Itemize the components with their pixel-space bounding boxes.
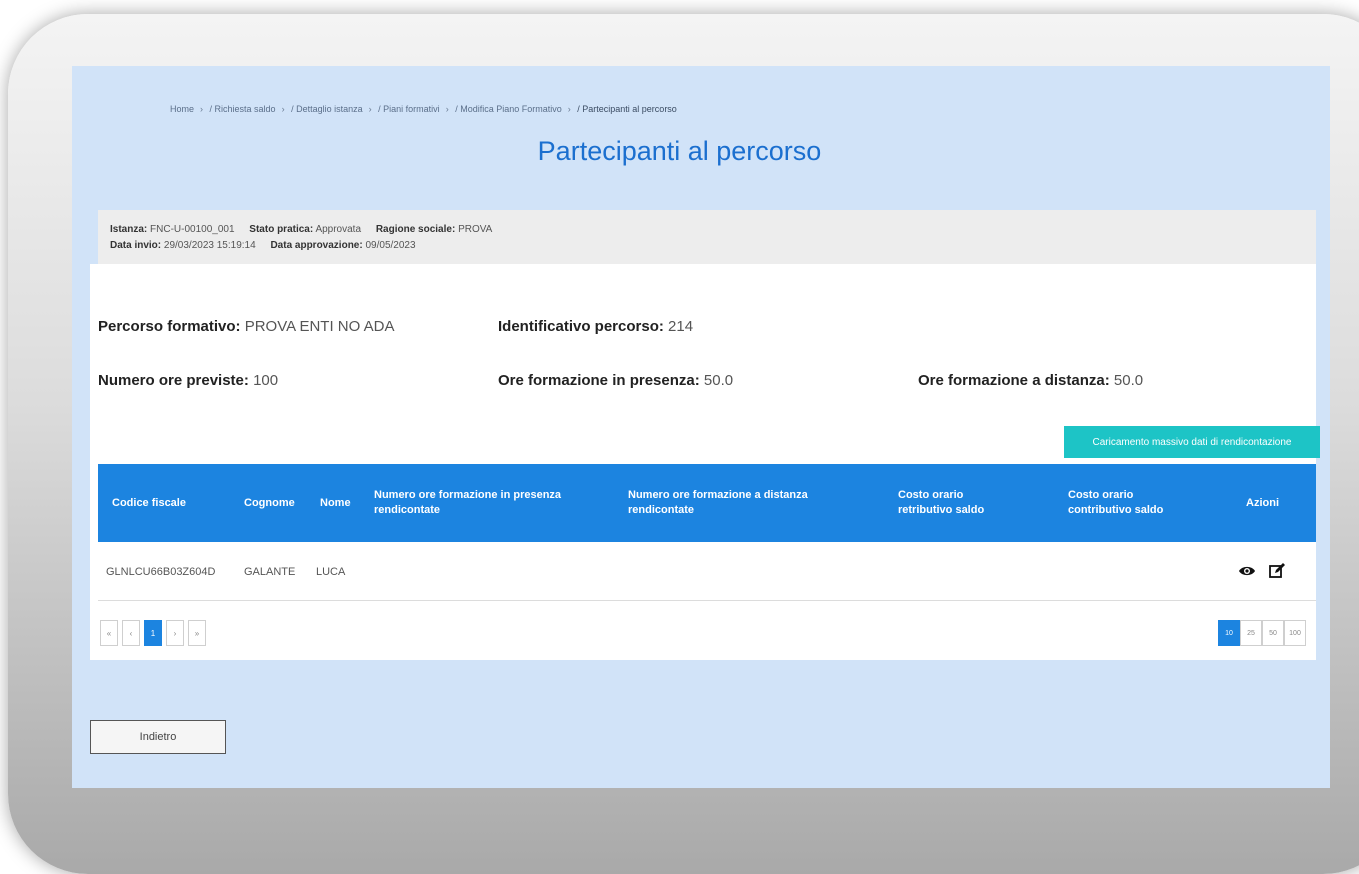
pagination-next-button[interactable]: › (166, 620, 184, 646)
breadcrumb-separator: › (368, 104, 372, 114)
breadcrumb: Home › / Richiesta saldo › / Dettaglio ist… (170, 104, 677, 114)
stato-pratica-value: Approvata (315, 224, 362, 235)
data-invio-label: Data invio: (110, 240, 162, 251)
ore-distanza-label: Ore formazione a distanza: (918, 372, 1110, 389)
column-header-ore-distanza[interactable]: Numero ore formazione a distanza rendico… (628, 464, 818, 542)
column-header-cognome[interactable]: Cognome (244, 464, 295, 542)
back-button[interactable]: Indietro (90, 720, 226, 754)
instance-info-box: Istanza: FNC-U-00100_001 Stato pratica: … (98, 210, 1316, 264)
ore-previste-label: Numero ore previste: (98, 372, 249, 389)
percorso-formativo-field: Percorso formativo: PROVA ENTI NO ADA (98, 318, 394, 335)
page-title: Partecipanti al percorso (537, 136, 822, 166)
stato-pratica-label: Stato pratica: (249, 224, 314, 235)
identificativo-percorso-value: 214 (668, 318, 694, 335)
bulk-upload-button[interactable]: Caricamento massivo dati di rendicontazi… (1064, 426, 1320, 458)
breadcrumb-current: / Partecipanti al percorso (577, 104, 677, 114)
percorso-formativo-label: Percorso formativo: (98, 318, 241, 335)
cell-cognome: GALANTE (244, 566, 296, 578)
ore-presenza-value: 50.0 (703, 372, 734, 389)
ore-previste-field: Numero ore previste: 100 (98, 372, 278, 389)
istanza-label: Istanza: (110, 224, 148, 235)
column-header-nome[interactable]: Nome (320, 464, 351, 542)
percorso-formativo-value: PROVA ENTI NO ADA (244, 318, 395, 335)
column-header-ore-presenza[interactable]: Numero ore formazione in presenza rendic… (374, 464, 564, 542)
identificativo-percorso-label: Identificativo percorso: (498, 318, 664, 335)
breadcrumb-separator: › (567, 104, 571, 114)
pagination: « ‹ 1 › » (100, 620, 210, 646)
pagination-prev-button[interactable]: ‹ (122, 620, 140, 646)
page-size-50[interactable]: 50 (1262, 620, 1284, 646)
istanza-value: FNC-U-00100_001 (150, 224, 235, 235)
pagination-last-button[interactable]: » (188, 620, 206, 646)
table-header: Codice fiscale Cognome Nome Numero ore f… (98, 464, 1316, 542)
breadcrumb-modifica-piano[interactable]: / Modifica Piano Formativo (455, 104, 562, 114)
eye-icon[interactable] (1238, 562, 1256, 580)
ore-previste-value: 100 (253, 372, 279, 389)
pagination-page-1[interactable]: 1 (144, 620, 162, 646)
data-approvazione-label: Data approvazione: (270, 240, 363, 251)
breadcrumb-separator: › (445, 104, 449, 114)
info-row-1: Istanza: FNC-U-00100_001 Stato pratica: … (110, 224, 504, 235)
cell-nome: LUCA (316, 566, 346, 578)
identificativo-percorso-field: Identificativo percorso: 214 (498, 318, 693, 335)
page-size-selector: 10 25 50 100 (1218, 620, 1306, 646)
breadcrumb-piani-formativi[interactable]: / Piani formativi (378, 104, 440, 114)
breadcrumb-separator: › (200, 104, 204, 114)
ragione-sociale-value: PROVA (458, 224, 493, 235)
breadcrumb-separator: › (281, 104, 285, 114)
breadcrumb-dettaglio-istanza[interactable]: / Dettaglio istanza (291, 104, 363, 114)
column-header-codice-fiscale[interactable]: Codice fiscale (112, 464, 186, 542)
column-header-costo-contributivo[interactable]: Costo orario contributivo saldo (1068, 464, 1198, 542)
info-row-2: Data invio: 29/03/2023 15:19:14 Data app… (110, 240, 428, 251)
ore-distanza-field: Ore formazione a distanza: 50.0 (918, 372, 1143, 389)
data-invio-value: 29/03/2023 15:19:14 (163, 240, 256, 251)
ragione-sociale-label: Ragione sociale: (375, 224, 456, 235)
ore-distanza-value: 50.0 (1113, 372, 1144, 389)
column-header-azioni: Azioni (1246, 496, 1279, 509)
page-size-10[interactable]: 10 (1218, 620, 1240, 646)
column-header-costo-retributivo[interactable]: Costo orario retributivo saldo (898, 464, 1008, 542)
ore-presenza-label: Ore formazione in presenza: (498, 372, 700, 389)
ore-presenza-field: Ore formazione in presenza: 50.0 (498, 372, 733, 389)
breadcrumb-home[interactable]: Home (170, 104, 194, 114)
pagination-first-button[interactable]: « (100, 620, 118, 646)
page-size-25[interactable]: 25 (1240, 620, 1262, 646)
cell-codice-fiscale: GLNLCU66B03Z604D (106, 566, 216, 578)
breadcrumb-richiesta-saldo[interactable]: / Richiesta saldo (210, 104, 276, 114)
data-approvazione-value: 09/05/2023 (365, 240, 416, 251)
edit-icon[interactable] (1268, 562, 1286, 580)
page-size-100[interactable]: 100 (1284, 620, 1306, 646)
table-row: GLNLCU66B03Z604D GALANTE LUCA (98, 544, 1316, 601)
